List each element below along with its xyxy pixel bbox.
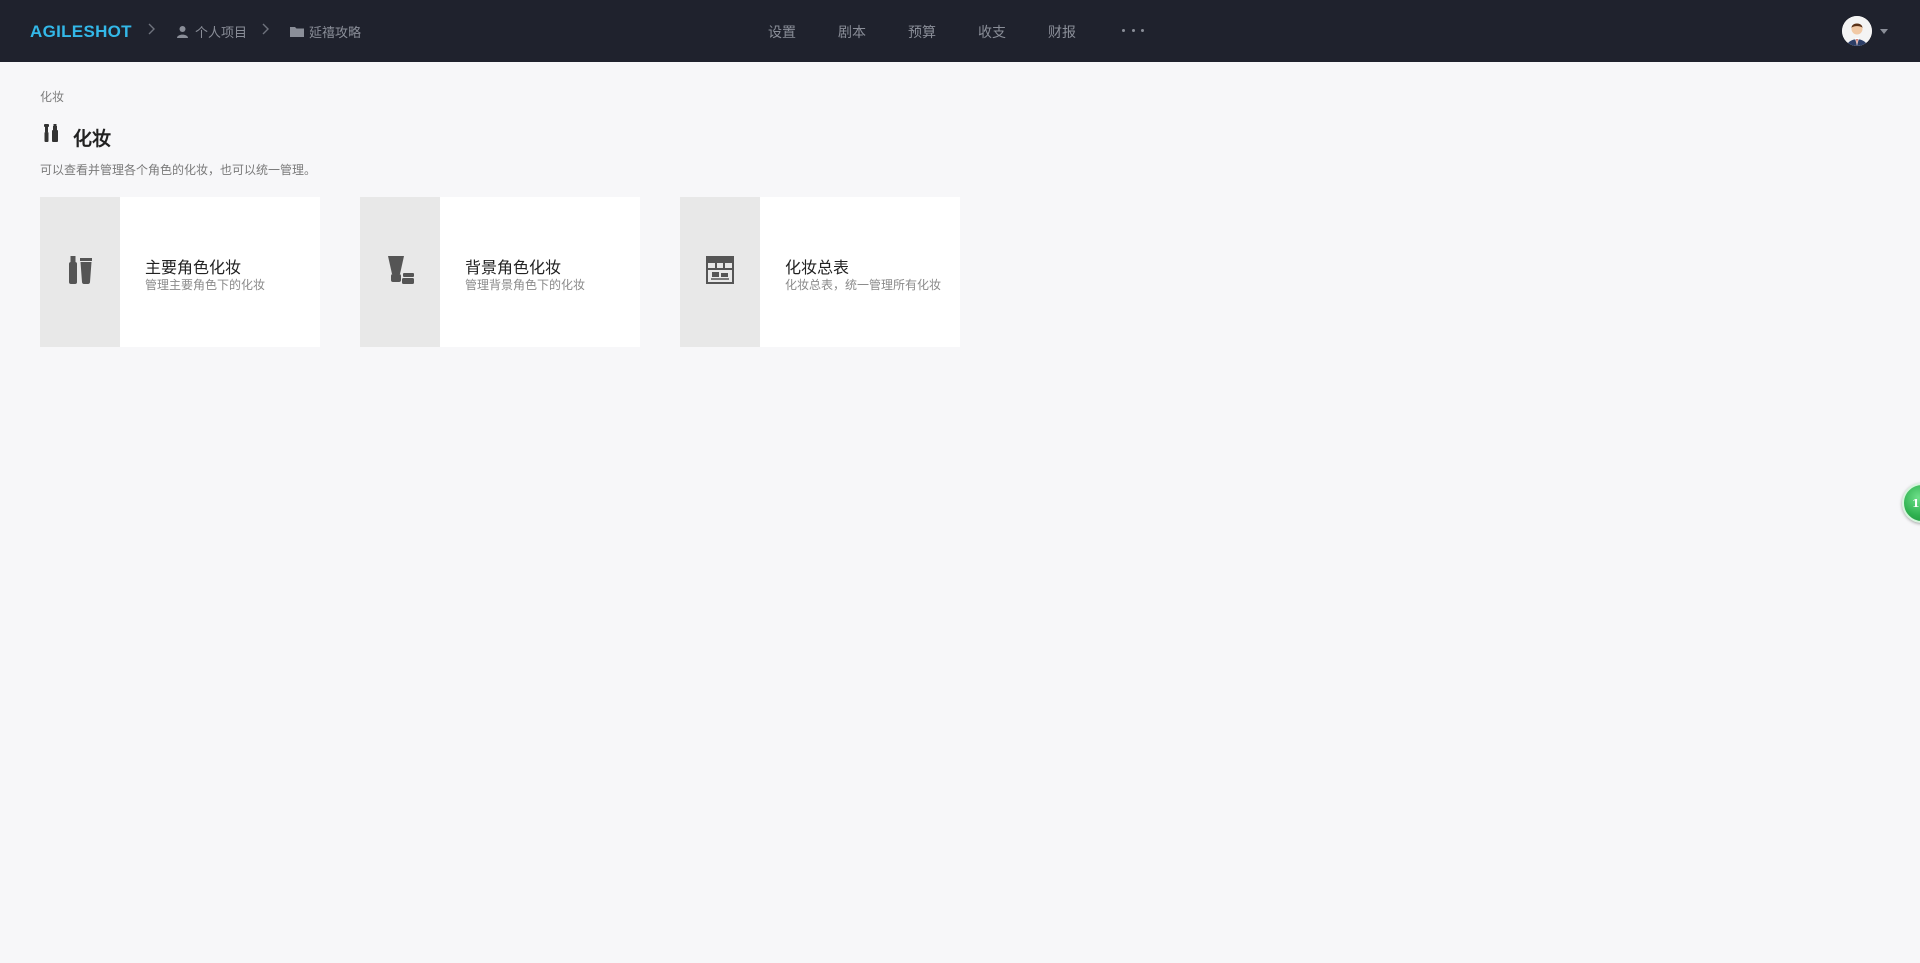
nav-financial-report[interactable]: 财报: [1048, 22, 1076, 42]
page-description: 可以查看并管理各个角色的化妆，也可以统一管理。: [40, 163, 317, 177]
card-title: 背景角色化妆: [465, 260, 562, 277]
card-subtitle: 管理主要角色下的化妆: [145, 278, 266, 292]
breadcrumb-label: 延禧攻略: [309, 25, 362, 40]
page-title: 化妆: [73, 129, 112, 150]
user-avatar-icon[interactable]: [1842, 16, 1872, 46]
badge-count: 19: [1912, 497, 1920, 510]
nav-settings[interactable]: 设置: [768, 22, 796, 42]
breadcrumb-label: 个人项目: [195, 25, 248, 40]
more-dots-icon[interactable]: [1122, 22, 1144, 38]
nav-income-expense[interactable]: 收支: [978, 22, 1006, 42]
card-title: 化妆总表: [785, 260, 850, 277]
table-sheet-icon: [706, 255, 734, 289]
chevron-right-icon: [147, 21, 157, 37]
page-breadcrumb: 化妆: [40, 90, 65, 104]
nav-budget[interactable]: 预算: [908, 22, 936, 42]
card-subtitle: 管理背景角色下的化妆: [465, 278, 586, 292]
folder-icon: [290, 25, 304, 38]
card-main-character-makeup[interactable]: 主要角色化妆 管理主要角色下的化妆: [40, 197, 320, 347]
breadcrumb-project[interactable]: 延禧攻略: [290, 22, 361, 41]
card-makeup-master-table[interactable]: 化妆总表 化妆总表，统一管理所有化妆: [680, 197, 960, 347]
cosmetics-tube-icon: [386, 255, 414, 289]
cosmetics-bottles-icon: [67, 255, 93, 289]
chevron-down-icon[interactable]: [1880, 29, 1888, 34]
breadcrumb-personal-project[interactable]: 个人项目: [176, 22, 247, 41]
card-background-character-makeup[interactable]: 背景角色化妆 管理背景角色下的化妆: [360, 197, 640, 347]
user-icon: [176, 25, 189, 38]
brand-logo[interactable]: AGILESHOT: [30, 22, 132, 42]
card-icon-pane: [680, 197, 760, 347]
card-title: 主要角色化妆: [145, 260, 242, 277]
top-navbar: AGILESHOT 个人项目 延禧攻略 设置 剧本 预算 收支 财报: [0, 0, 1920, 62]
floating-counter-badge[interactable]: 19: [1902, 483, 1920, 523]
makeup-brush-icon: [42, 123, 62, 143]
chevron-right-icon: [261, 21, 271, 37]
card-subtitle: 化妆总表，统一管理所有化妆: [785, 278, 942, 292]
nav-script[interactable]: 剧本: [838, 22, 866, 42]
card-icon-pane: [360, 197, 440, 347]
card-icon-pane: [40, 197, 120, 347]
